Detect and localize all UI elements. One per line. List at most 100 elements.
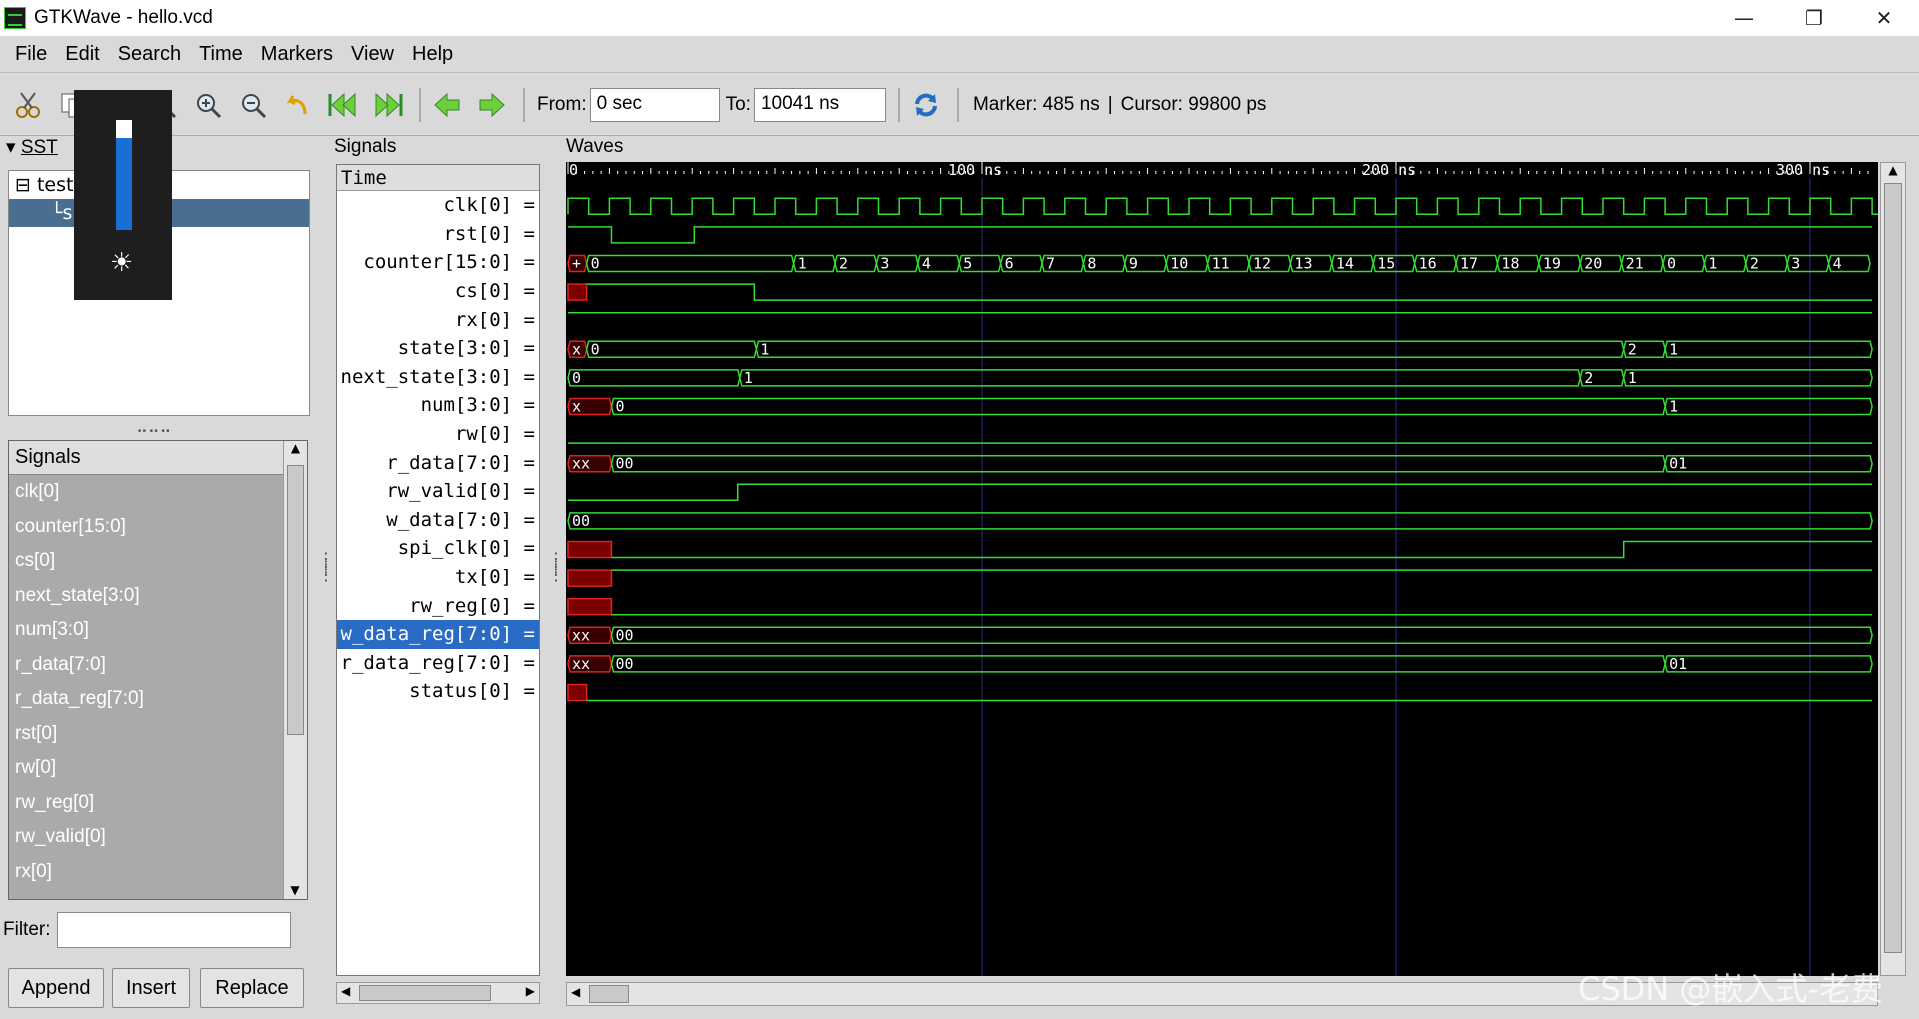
- sst-signal-item[interactable]: counter[15:0]: [9, 510, 307, 545]
- scrollbar-thumb[interactable]: [359, 985, 491, 1001]
- replace-button[interactable]: Replace: [200, 968, 304, 1008]
- sst-signal-item[interactable]: rx[0]: [9, 855, 307, 890]
- signal-row[interactable]: rw[0] =: [337, 420, 539, 449]
- signal-row[interactable]: r_data[7:0] =: [337, 448, 539, 477]
- menu-edit[interactable]: Edit: [56, 43, 108, 66]
- scroll-left-icon[interactable]: ◀: [341, 984, 350, 998]
- signal-row-selected[interactable]: w_data_reg[7:0] =: [337, 619, 539, 649]
- next-state-bus: [739, 369, 1582, 387]
- toolbar-separator: [897, 87, 900, 122]
- signal-row[interactable]: state[3:0] =: [337, 334, 539, 363]
- signal-row[interactable]: rw_valid[0] =: [337, 477, 539, 506]
- signals-list-scrollbar[interactable]: ▲ ▼: [283, 441, 307, 899]
- sst-signal-item[interactable]: num[3:0]: [9, 613, 307, 648]
- waves-panel-label: Waves: [566, 136, 624, 157]
- pane-grip-icon[interactable]: ⠤⠤⠤: [136, 418, 171, 437]
- sst-signal-item[interactable]: rw_reg[0]: [9, 786, 307, 821]
- scroll-left-icon[interactable]: ◀: [571, 985, 580, 999]
- cs-waveform: [586, 283, 1873, 301]
- scroll-up-icon[interactable]: ▲: [1881, 163, 1905, 177]
- signal-row[interactable]: next_state[3:0] =: [337, 363, 539, 392]
- signal-row[interactable]: counter[15:0] =: [337, 248, 539, 277]
- signals-hscrollbar[interactable]: ◀ ▶: [336, 982, 540, 1004]
- signal-row[interactable]: w_data[7:0] =: [337, 506, 539, 535]
- signal-row[interactable]: cs[0] =: [337, 277, 539, 306]
- counter-bus-value: 0: [591, 255, 600, 273]
- sun-icon: ☀: [110, 248, 134, 278]
- sst-signal-item[interactable]: next_state[3:0]: [9, 579, 307, 614]
- menu-search[interactable]: Search: [109, 43, 190, 66]
- shift-left-icon[interactable]: [427, 85, 467, 125]
- counter-bus-value: 2: [1750, 255, 1759, 273]
- pane-resize-grip-icon[interactable]: ⋮ ⋮ ⋮: [318, 551, 334, 583]
- spi-clk-undefined: [567, 540, 613, 559]
- next-state-bus: [1622, 369, 1873, 387]
- jump-to-start-icon[interactable]: [323, 85, 363, 125]
- signal-row[interactable]: status[0] =: [337, 677, 539, 706]
- menu-file[interactable]: File: [6, 43, 56, 66]
- scroll-down-icon[interactable]: ▼: [284, 883, 306, 897]
- signal-row[interactable]: rx[0] =: [337, 305, 539, 334]
- scrollbar-thumb[interactable]: [589, 985, 629, 1003]
- toolbar-separator: [523, 87, 525, 122]
- signal-row[interactable]: rst[0] =: [337, 220, 539, 249]
- zoom-in-icon[interactable]: [188, 85, 228, 125]
- scroll-right-icon[interactable]: ▶: [526, 984, 535, 998]
- counter-bus-value: 0: [1667, 255, 1676, 273]
- signal-row[interactable]: r_data_reg[7:0] =: [337, 649, 539, 678]
- menu-help[interactable]: Help: [403, 43, 462, 66]
- signal-row[interactable]: rw_reg[0] =: [337, 591, 539, 620]
- sst-signal-item[interactable]: rw[0]: [9, 751, 307, 786]
- state-bus: [585, 340, 758, 359]
- menu-view[interactable]: View: [342, 43, 403, 66]
- to-time-input[interactable]: 10041 ns: [753, 87, 886, 122]
- sst-signals-list: Signals clk[0] counter[15:0] cs[0] next_…: [8, 440, 308, 900]
- zoom-out-icon[interactable]: [233, 85, 273, 125]
- sst-signal-item[interactable]: s...: [9, 889, 307, 899]
- state-bus-value: 1: [1669, 340, 1678, 358]
- waveform-canvas[interactable]: 0 100 ns 200 ns 300 ns+ 0 1 2 3 4 5 6 7 8 9 10 11 12 13 14…: [566, 162, 1878, 976]
- waveform-view[interactable]: 0 100 ns 200 ns 300 ns +0 1 2 3 4 5 6 7 8 9 10 11 12 13 14…: [566, 162, 1878, 976]
- signal-row[interactable]: clk[0] =: [337, 191, 539, 220]
- filter-label: Filter:: [3, 919, 51, 940]
- menu-time[interactable]: Time: [190, 43, 252, 66]
- jump-to-end-icon[interactable]: [368, 85, 408, 125]
- filter-input[interactable]: [56, 912, 291, 948]
- signal-row[interactable]: spi_clk[0] =: [337, 534, 539, 563]
- counter-bus-value: 9: [1129, 255, 1138, 273]
- sst-expander[interactable]: ▾ SST: [6, 136, 58, 159]
- pane-resize-grip-icon[interactable]: ⋮ ⋮ ⋮: [548, 551, 564, 583]
- scrollbar-thumb[interactable]: [1884, 183, 1902, 953]
- scrollbar-thumb[interactable]: [287, 465, 304, 735]
- sst-signal-item[interactable]: clk[0]: [9, 475, 307, 510]
- waves-vscrollbar[interactable]: ▲: [1880, 162, 1906, 976]
- cut-icon[interactable]: [8, 85, 48, 125]
- restore-button[interactable]: ❐: [1779, 0, 1849, 36]
- signal-row[interactable]: tx[0] =: [337, 563, 539, 592]
- sst-signal-item[interactable]: r_data_reg[7:0]: [9, 682, 307, 717]
- sst-signal-item[interactable]: rw_valid[0]: [9, 820, 307, 855]
- shift-right-icon[interactable]: [472, 85, 512, 125]
- rw-reg-undefined: [567, 597, 613, 616]
- menu-markers[interactable]: Markers: [252, 43, 342, 66]
- counter-bus-value: 4: [922, 255, 931, 273]
- undo-zoom-icon[interactable]: [278, 85, 318, 125]
- from-label: From:: [537, 93, 587, 115]
- close-button[interactable]: ✕: [1849, 0, 1919, 36]
- append-button[interactable]: Append: [8, 968, 104, 1008]
- sst-signal-item[interactable]: cs[0]: [9, 544, 307, 579]
- signals-list-header[interactable]: Signals: [9, 441, 283, 475]
- signal-row[interactable]: num[3:0] =: [337, 391, 539, 420]
- counter-bus-value: 15: [1377, 255, 1395, 273]
- counter-bus-value: 12: [1253, 255, 1271, 273]
- reload-icon[interactable]: [906, 85, 946, 125]
- sst-signal-item[interactable]: r_data[7:0]: [9, 648, 307, 683]
- scroll-up-icon[interactable]: ▲: [284, 441, 307, 461]
- from-time-input[interactable]: 0 sec: [589, 87, 720, 122]
- tree-expander-icon[interactable]: ⊟: [15, 174, 31, 196]
- num-bus: [1664, 397, 1873, 416]
- insert-button[interactable]: Insert: [112, 968, 190, 1008]
- minimize-button[interactable]: —: [1709, 0, 1779, 36]
- next-state-bus: [567, 369, 741, 387]
- sst-signal-item[interactable]: rst[0]: [9, 717, 307, 752]
